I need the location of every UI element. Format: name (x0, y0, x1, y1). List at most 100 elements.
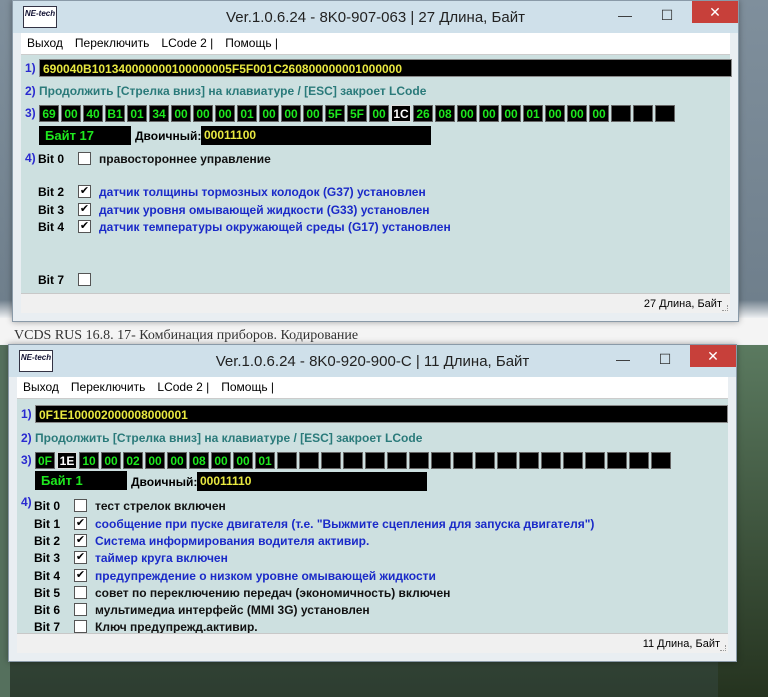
bit-2-row[interactable]: Bit 2 ✔ датчик толщины тормозных колодок (… (38, 183, 426, 200)
bit-4-checkbox[interactable]: ✔ (78, 220, 91, 233)
bit-1-checkbox[interactable]: ✔ (74, 517, 87, 530)
byte-cell[interactable] (453, 452, 473, 469)
bit-3-row[interactable]: Bit 3 ✔ датчик уровня омывающей жидкости (… (38, 201, 430, 218)
byte-cell[interactable]: 08 (435, 105, 455, 122)
byte-cell[interactable] (387, 452, 407, 469)
byte-cell[interactable] (409, 452, 429, 469)
byte-cell[interactable]: 34 (149, 105, 169, 122)
menu-exit[interactable]: Выход (21, 33, 69, 50)
byte-cell[interactable]: 01 (255, 452, 275, 469)
byte-cell[interactable]: 0F (35, 452, 55, 469)
bit-7-checkbox[interactable] (78, 273, 91, 286)
byte-cell[interactable]: 00 (145, 452, 165, 469)
byte-cell[interactable]: 01 (523, 105, 543, 122)
bit-0-row[interactable]: Bit 0 правостороннее управление (38, 150, 271, 167)
close-icon[interactable]: ✕ (690, 345, 736, 367)
byte-cell[interactable] (365, 452, 385, 469)
byte-cell[interactable]: 00 (171, 105, 191, 122)
bit-6-checkbox[interactable] (74, 603, 87, 616)
bit-3-checkbox[interactable]: ✔ (78, 203, 91, 216)
bit-2-checkbox[interactable]: ✔ (78, 185, 91, 198)
byte-cell[interactable]: 5F (347, 105, 367, 122)
bit-7-checkbox[interactable] (74, 620, 87, 633)
byte-cell[interactable]: 00 (479, 105, 499, 122)
menu-switch[interactable]: Переключить (65, 377, 151, 394)
lcode-string-field[interactable]: 690040B101340000000100000005F5F001C26080… (39, 59, 732, 77)
byte-cell[interactable]: 00 (101, 452, 121, 469)
bit-0-checkbox[interactable] (74, 499, 87, 512)
byte-cell[interactable]: 40 (83, 105, 103, 122)
bit-1-row[interactable]: Bit 1 ✔ сообщение при пуске двигателя (т.е… (34, 515, 594, 532)
byte-cell[interactable] (541, 452, 561, 469)
byte-cell[interactable] (655, 105, 675, 122)
byte-cell[interactable]: 00 (545, 105, 565, 122)
bit-5-checkbox[interactable] (74, 586, 87, 599)
title-bar[interactable]: NE-tech Ver.1.0.6.24 - 8K0-920-900-C | 1… (9, 345, 736, 377)
menu-switch[interactable]: Переключить (69, 33, 155, 50)
byte-cell[interactable]: 00 (233, 452, 253, 469)
menu-exit[interactable]: Выход (17, 377, 65, 394)
byte-cell[interactable]: 69 (39, 105, 59, 122)
resize-grip-icon[interactable] (722, 305, 728, 311)
bit-0-checkbox[interactable] (78, 152, 91, 165)
byte-cell[interactable] (611, 105, 631, 122)
bit-3-row[interactable]: Bit 3 ✔ таймер круга включен (34, 549, 228, 566)
byte-cell[interactable] (607, 452, 627, 469)
byte-cell[interactable]: 00 (567, 105, 587, 122)
menu-help[interactable]: Помощь | (219, 33, 284, 50)
bit-2-checkbox[interactable]: ✔ (74, 534, 87, 547)
maximize-icon[interactable]: ☐ (650, 351, 680, 368)
byte-cell[interactable] (519, 452, 539, 469)
byte-cell[interactable] (343, 452, 363, 469)
byte-cell[interactable]: 00 (215, 105, 235, 122)
byte-cell[interactable]: 00 (193, 105, 213, 122)
byte-cell[interactable] (633, 105, 653, 122)
bit-0-row[interactable]: Bit 0 тест стрелок включен (34, 497, 226, 514)
minimize-icon[interactable]: — (608, 351, 638, 367)
bit-2-row[interactable]: Bit 2 ✔ Система информирования водителя ак… (34, 532, 369, 549)
close-icon[interactable]: ✕ (692, 1, 738, 23)
byte-cell[interactable] (651, 452, 671, 469)
byte-cell[interactable]: 00 (369, 105, 389, 122)
byte-cell[interactable]: 08 (189, 452, 209, 469)
byte-cell[interactable]: 01 (127, 105, 147, 122)
byte-cell[interactable]: 00 (303, 105, 323, 122)
byte-cell[interactable]: 1E (57, 452, 77, 469)
byte-cell[interactable] (497, 452, 517, 469)
byte-cell[interactable]: 00 (167, 452, 187, 469)
bit-4-checkbox[interactable]: ✔ (74, 569, 87, 582)
byte-cell[interactable] (563, 452, 583, 469)
byte-cell[interactable]: 5F (325, 105, 345, 122)
byte-cell[interactable]: 00 (259, 105, 279, 122)
byte-cell[interactable]: 00 (457, 105, 477, 122)
bit-5-row[interactable]: Bit 5 совет по переключению передач (экон… (34, 584, 450, 601)
byte-cell[interactable]: 26 (413, 105, 433, 122)
menu-lcode2[interactable]: LCode 2 | (155, 33, 219, 50)
byte-cell[interactable] (475, 452, 495, 469)
byte-cell[interactable] (277, 452, 297, 469)
maximize-icon[interactable]: ☐ (652, 7, 682, 24)
title-bar[interactable]: NE-tech Ver.1.0.6.24 - 8K0-907-063 | 27 … (13, 1, 738, 33)
resize-grip-icon[interactable] (720, 645, 726, 651)
menu-help[interactable]: Помощь | (215, 377, 280, 394)
byte-cell[interactable]: 00 (501, 105, 521, 122)
byte-cell[interactable] (299, 452, 319, 469)
bit-7-row[interactable]: Bit 7 (38, 271, 99, 288)
byte-cell[interactable]: 1C (391, 105, 411, 122)
bit-4-row[interactable]: Bit 4 ✔ предупреждение о низком уровне омы… (34, 567, 436, 584)
bit-4-row[interactable]: Bit 4 ✔ датчик температуры окружающей сред… (38, 218, 451, 235)
byte-cell[interactable]: 01 (237, 105, 257, 122)
byte-cell[interactable] (585, 452, 605, 469)
bit-3-checkbox[interactable]: ✔ (74, 551, 87, 564)
byte-cell[interactable]: 00 (281, 105, 301, 122)
bit-6-row[interactable]: Bit 6 мультимедиа интерфейс (MMI 3G) уста… (34, 601, 370, 618)
byte-cell[interactable]: 00 (211, 452, 231, 469)
byte-cell[interactable] (629, 452, 649, 469)
menu-lcode2[interactable]: LCode 2 | (151, 377, 215, 394)
byte-cell[interactable] (431, 452, 451, 469)
byte-cell[interactable]: 00 (61, 105, 81, 122)
byte-cell[interactable]: 00 (589, 105, 609, 122)
byte-cell[interactable]: 02 (123, 452, 143, 469)
lcode-string-field[interactable]: 0F1E100002000008000001 (35, 405, 728, 423)
byte-cell[interactable]: 10 (79, 452, 99, 469)
